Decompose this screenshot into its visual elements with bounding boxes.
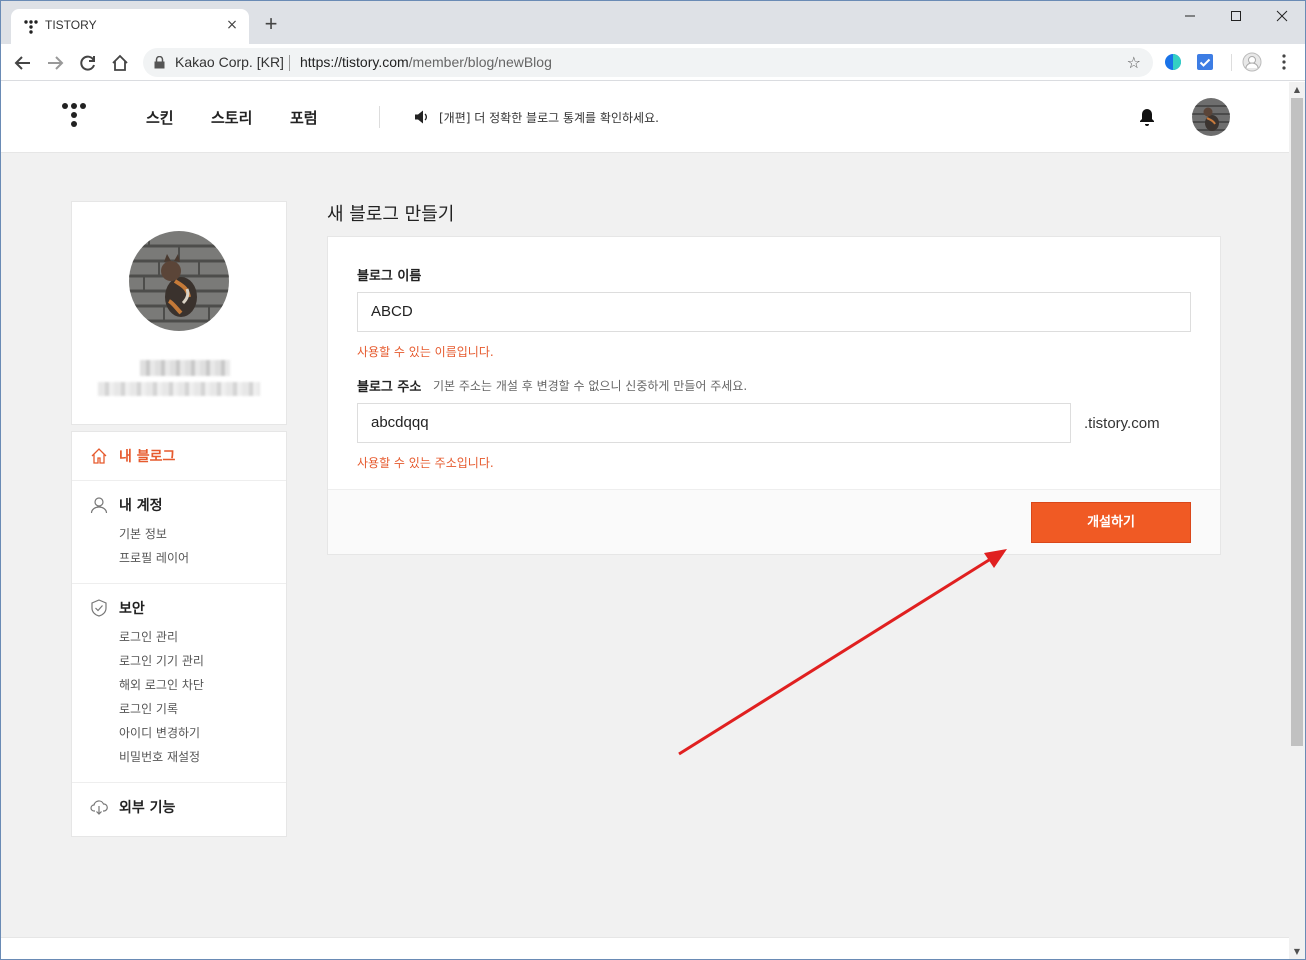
page-title: 새 블로그 만들기 <box>327 204 455 225</box>
tistory-logo-icon[interactable] <box>61 102 87 130</box>
sidebar-subitem[interactable]: 해외 로그인 차단 <box>119 676 204 693</box>
notice-text[interactable]: [개편] 더 정확한 블로그 통계를 확인하세요. <box>439 109 659 126</box>
arrow-right-icon <box>48 56 64 70</box>
profile-photo <box>129 231 229 331</box>
sidebar-menu: 내 블로그 내 계정 기본 정보 프로필 레이어 보안 로그인 관리 로그인 기… <box>71 431 287 837</box>
blog-name-input[interactable]: ABCD <box>357 292 1191 332</box>
title-bar: TISTORY × + <box>1 1 1305 44</box>
shield-icon <box>91 599 107 617</box>
cloud-download-icon <box>90 800 108 815</box>
home-icon <box>91 448 107 464</box>
minimize-button[interactable] <box>1167 1 1213 31</box>
origin-separator <box>289 55 290 71</box>
url-host: https://tistory.com <box>300 54 409 70</box>
blog-address-message: 사용할 수 있는 주소입니다. <box>357 456 494 470</box>
scroll-thumb[interactable] <box>1291 98 1303 746</box>
back-button[interactable] <box>10 50 36 76</box>
site-header: 스킨 스토리 포럼 [개편] 더 정확한 블로그 통계를 확인하세요. <box>1 82 1289 153</box>
sidebar-subitem[interactable]: 아이디 변경하기 <box>119 724 200 741</box>
profile-card <box>71 201 287 425</box>
sidebar-item-label: 외부 기능 <box>119 800 176 816</box>
new-blog-form: 블로그 이름 ABCD 사용할 수 있는 이름입니다. 블로그 주소 기본 주소… <box>327 236 1221 555</box>
page-footer <box>1 937 1289 959</box>
tab-title: TISTORY <box>45 18 97 32</box>
minimize-icon <box>1185 15 1195 17</box>
tab-close-icon[interactable]: × <box>223 16 241 34</box>
user-icon <box>90 497 108 514</box>
nav-story[interactable]: 스토리 <box>211 107 252 128</box>
browser-tab[interactable]: TISTORY × <box>11 9 249 44</box>
arrow-left-icon <box>14 56 30 70</box>
speaker-icon <box>415 110 427 124</box>
blog-address-label: 블로그 주소 <box>357 380 422 395</box>
sidebar-item-label: 내 계정 <box>119 498 163 514</box>
close-window-button[interactable] <box>1259 1 1305 31</box>
maximize-button[interactable] <box>1213 1 1259 31</box>
blog-name-label: 블로그 이름 <box>357 269 422 284</box>
scroll-down-icon[interactable]: ▼ <box>1289 944 1305 959</box>
domain-suffix: .tistory.com <box>1084 415 1160 432</box>
sidebar-subitem[interactable]: 비밀번호 재설정 <box>119 748 200 765</box>
toolbar-divider <box>1231 54 1232 71</box>
url-text[interactable]: https://tistory.com/member/blog/newBlog <box>300 54 552 70</box>
menu-kebab-icon[interactable] <box>1277 53 1291 71</box>
blog-name-message: 사용할 수 있는 이름입니다. <box>357 345 494 359</box>
blurred-nickname <box>140 360 230 376</box>
nav-divider <box>379 106 380 128</box>
url-path: /member/blog/newBlog <box>408 54 552 70</box>
bookmark-star-icon[interactable]: ☆ <box>1127 53 1141 72</box>
profile-avatar[interactable] <box>129 231 229 331</box>
sidebar-item-label: 보안 <box>119 601 145 617</box>
blog-address-hint: 기본 주소는 개설 후 변경할 수 없으니 신중하게 만들어 주세요. <box>433 379 748 393</box>
sidebar-item-label: 내 블로그 <box>119 449 176 465</box>
home-button[interactable] <box>107 50 133 76</box>
sidebar-subitem[interactable]: 로그인 기기 관리 <box>119 652 204 669</box>
browser-window: TISTORY × + Kakao Corp. [KR] https://tis… <box>0 0 1306 960</box>
bell-icon[interactable] <box>1137 107 1157 127</box>
new-tab-button[interactable]: + <box>259 12 283 36</box>
sidebar-group-external: 외부 기능 <box>72 783 286 836</box>
nav-skin[interactable]: 스킨 <box>146 107 174 128</box>
sidebar-group-account: 내 계정 기본 정보 프로필 레이어 <box>72 481 286 584</box>
reload-button[interactable] <box>75 50 101 76</box>
reload-icon <box>80 55 95 71</box>
site-origin: Kakao Corp. [KR] <box>175 54 284 70</box>
sidebar-subitem[interactable]: 로그인 기록 <box>119 700 178 717</box>
lock-icon <box>154 56 165 69</box>
tistory-favicon-icon <box>24 20 38 34</box>
sidebar-subitem[interactable]: 로그인 관리 <box>119 628 178 645</box>
nav-forum[interactable]: 포럼 <box>290 107 318 128</box>
profile-icon[interactable] <box>1242 52 1262 72</box>
address-bar[interactable]: Kakao Corp. [KR] https://tistory.com/mem… <box>143 48 1153 77</box>
page-viewport: 스킨 스토리 포럼 [개편] 더 정확한 블로그 통계를 확인하세요. 내 블로… <box>1 82 1289 959</box>
create-blog-button[interactable]: 개설하기 <box>1031 502 1191 543</box>
avatar-photo <box>1192 98 1230 136</box>
blog-address-input[interactable]: abcdqqq <box>357 403 1071 443</box>
blurred-email <box>98 382 260 396</box>
scroll-up-icon[interactable]: ▲ <box>1289 82 1305 98</box>
maximize-icon <box>1231 11 1241 21</box>
sidebar-group-my-blog: 내 블로그 <box>72 432 286 481</box>
home-icon <box>112 54 128 71</box>
sidebar-group-security: 보안 로그인 관리 로그인 기기 관리 해외 로그인 차단 로그인 기록 아이디… <box>72 584 286 783</box>
page-scrollbar[interactable]: ▲ ▼ <box>1289 82 1305 959</box>
extension-check-icon[interactable] <box>1196 53 1214 71</box>
forward-button[interactable] <box>42 50 68 76</box>
form-footer: 개설하기 <box>328 489 1220 554</box>
user-avatar[interactable] <box>1192 98 1230 136</box>
extension-circle-icon[interactable] <box>1164 53 1182 71</box>
browser-toolbar: Kakao Corp. [KR] https://tistory.com/mem… <box>1 44 1305 81</box>
sidebar-subitem[interactable]: 기본 정보 <box>119 525 167 542</box>
sidebar-subitem[interactable]: 프로필 레이어 <box>119 549 189 566</box>
close-icon <box>1276 10 1288 22</box>
